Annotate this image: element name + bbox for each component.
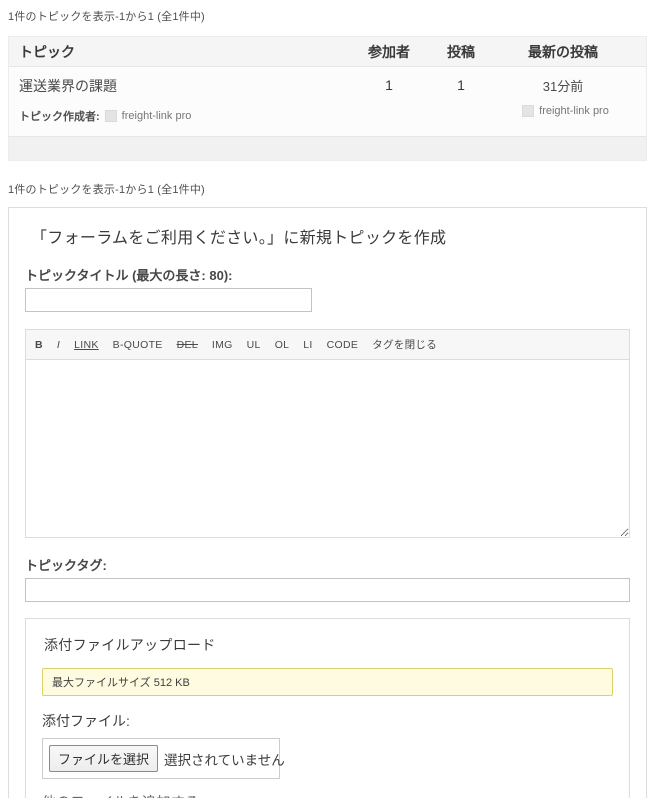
ul-button[interactable]: UL [247,339,261,351]
topic-posts-count: 1 [433,76,489,93]
close-tags-button[interactable]: タグを閉じる [372,337,437,352]
attachment-heading: 添付ファイルアップロード [44,635,613,655]
topic-author-link[interactable]: freight-link pro [122,110,192,122]
topic-content-editor: B I LINK B-QUOTE DEL IMG UL OL LI CODE タ… [25,329,630,538]
new-topic-form: 「フォーラムをご利用ください。」に新規トピックを作成 トピックタイトル (最大の… [8,207,647,798]
ol-button[interactable]: OL [275,339,290,351]
table-row: 運送業界の課題 トピック作成者: freight-link pro 1 1 31… [9,67,646,136]
topic-voices-count: 1 [361,76,417,93]
del-button[interactable]: DEL [177,339,198,351]
form-heading: 「フォーラムをご利用ください。」に新規トピックを作成 [31,224,630,248]
column-header-posts: 投稿 [433,42,489,62]
column-header-topic: トピック [9,42,361,62]
max-file-size-notice: 最大ファイルサイズ 512 KB [42,668,613,696]
topics-table-header: トピック 参加者 投稿 最新の投稿 [9,37,646,67]
topic-freshness-link[interactable]: 31分前 [543,79,583,94]
li-button[interactable]: LI [303,339,312,351]
pagination-count-bottom: 1件のトピックを表示-1から1 (全1件中) [8,181,647,197]
attachment-fieldset: 添付ファイルアップロード 最大ファイルサイズ 512 KB 添付ファイル: ファ… [25,618,630,798]
choose-file-button[interactable]: ファイルを選択 [49,745,158,772]
img-button[interactable]: IMG [212,339,233,351]
file-input-control[interactable]: ファイルを選択 選択されていません [42,738,280,779]
topics-table-footer [9,136,646,160]
topics-table: トピック 参加者 投稿 最新の投稿 運送業界の課題 トピック作成者: freig… [8,36,647,161]
no-file-selected-text: 選択されていません [164,749,285,769]
link-button[interactable]: LINK [74,339,99,351]
column-header-freshness: 最新の投稿 [498,42,628,62]
italic-button[interactable]: I [57,339,60,351]
freshness-author-avatar [522,105,534,117]
column-header-voices: 参加者 [361,42,417,62]
freshness-author-link[interactable]: freight-link pro [539,105,609,117]
add-another-file-link[interactable]: 他のファイルを追加する [42,792,199,798]
topic-title-input[interactable] [25,288,312,312]
code-button[interactable]: CODE [327,339,359,351]
topic-title-link[interactable]: 運送業界の課題 [19,76,117,96]
quicktags-toolbar: B I LINK B-QUOTE DEL IMG UL OL LI CODE タ… [25,329,630,359]
bold-button[interactable]: B [35,339,43,351]
pagination-count-top: 1件のトピックを表示-1から1 (全1件中) [8,8,647,24]
author-avatar [105,110,117,122]
topic-tags-input[interactable] [25,578,630,602]
topic-started-by: トピック作成者: freight-link pro [19,108,361,124]
topic-title-label: トピックタイトル (最大の長さ: 80): [25,265,630,284]
freshness-author: freight-link pro [498,105,628,117]
attachment-file-label: 添付ファイル: [42,711,613,731]
blockquote-button[interactable]: B-QUOTE [113,339,163,351]
topic-content-textarea[interactable] [25,359,630,538]
started-by-label: トピック作成者: [19,108,100,124]
topic-tags-label: トピックタグ: [25,555,630,574]
